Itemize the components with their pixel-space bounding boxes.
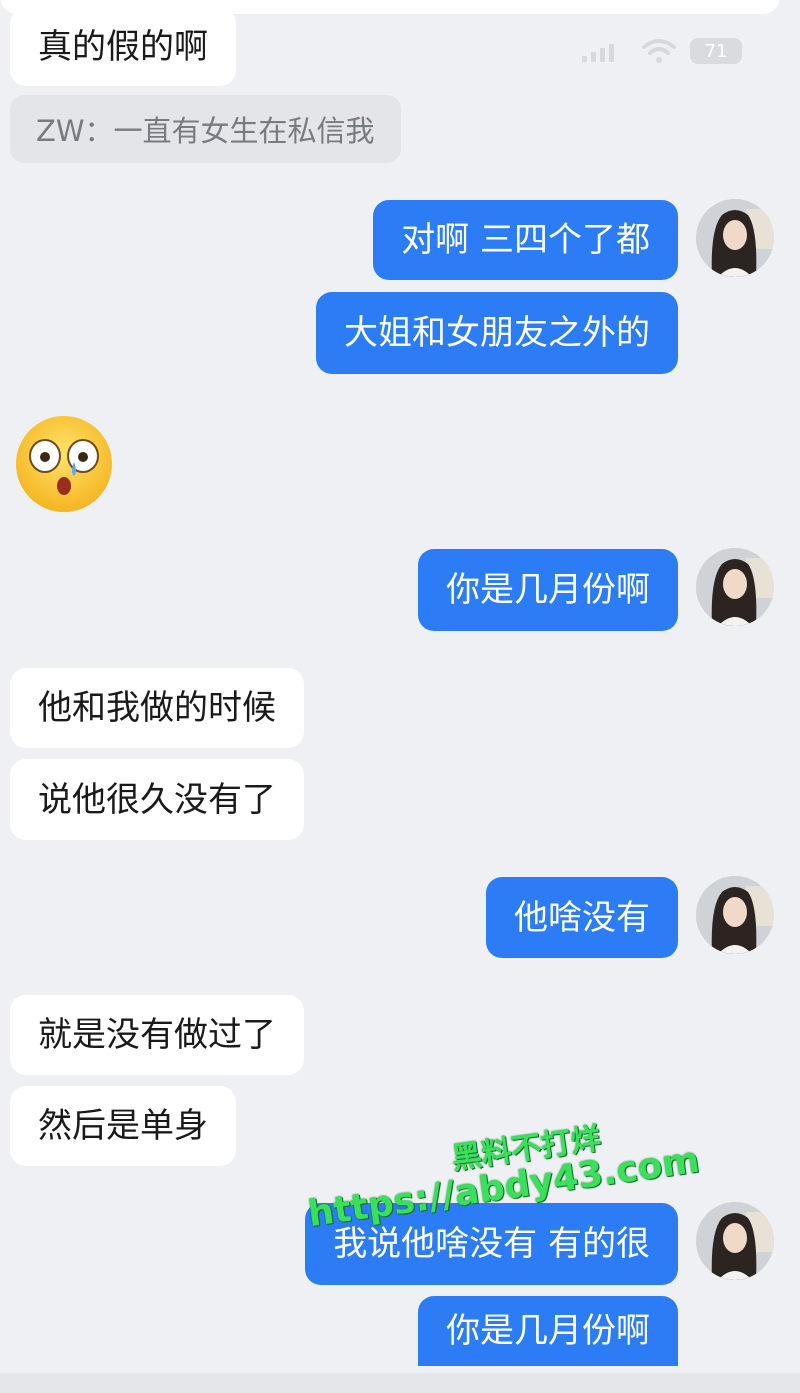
avatar[interactable] bbox=[696, 1202, 774, 1280]
message-bubble-sent[interactable]: 大姐和女朋友之外的 bbox=[316, 292, 678, 374]
battery-icon: 71 bbox=[690, 38, 742, 64]
message-bubble-sent[interactable]: 对啊 三四个了都 bbox=[373, 200, 678, 280]
avatar[interactable] bbox=[696, 548, 774, 626]
message-bubble-received[interactable]: 然后是单身 bbox=[10, 1086, 236, 1166]
avatar[interactable] bbox=[696, 876, 774, 954]
message-bubble-received[interactable]: 就是没有做过了 bbox=[10, 995, 304, 1075]
message-bubble-sent[interactable]: 你是几月份啊 bbox=[418, 1296, 678, 1366]
battery-level: 71 bbox=[704, 40, 728, 62]
astonished-emoji bbox=[16, 416, 112, 512]
message-bubble-sent[interactable]: 他啥没有 bbox=[486, 877, 678, 958]
message-bubble-received[interactable]: 说他很久没有了 bbox=[10, 759, 304, 840]
message-bubble-sent[interactable]: 你是几月份啊 bbox=[418, 549, 678, 631]
watermark-title: 黑料不打烊 bbox=[449, 1121, 604, 1177]
message-bubble-received[interactable]: 真的假的啊 bbox=[10, 8, 236, 86]
quoted-reply[interactable]: ZW：一直有女生在私信我 bbox=[10, 95, 401, 163]
signal-icon bbox=[582, 42, 614, 62]
message-bubble-received[interactable]: 他和我做的时候 bbox=[10, 668, 304, 748]
message-bubble-sent[interactable]: 我说他啥没有 有的很 bbox=[305, 1203, 678, 1285]
bottom-edge bbox=[0, 1373, 800, 1393]
avatar[interactable] bbox=[696, 199, 774, 277]
wifi-icon bbox=[642, 39, 676, 63]
